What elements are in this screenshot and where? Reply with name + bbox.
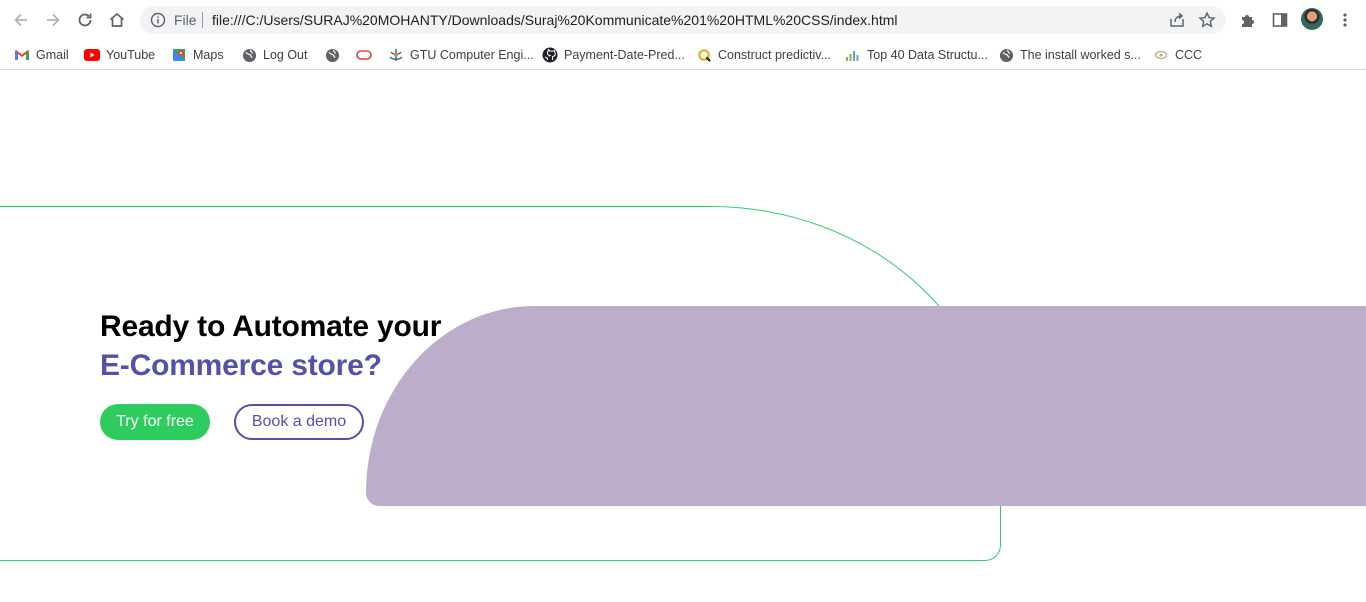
globe-icon xyxy=(241,47,257,63)
kebab-menu-icon xyxy=(1343,13,1347,27)
bookmark-gmail[interactable]: Gmail xyxy=(14,44,69,66)
url-text[interactable]: file:///C:/Users/SURAJ%20MOHANTY/Downloa… xyxy=(212,12,898,28)
page-content: Ready to Automate your E-Commerce store?… xyxy=(0,71,1366,602)
globe-icon xyxy=(998,47,1014,63)
reload-button[interactable] xyxy=(73,8,97,32)
star-icon[interactable] xyxy=(1198,11,1216,29)
bookmark-log-out[interactable]: Log Out xyxy=(241,44,307,66)
info-icon[interactable] xyxy=(150,12,166,28)
profile-avatar[interactable] xyxy=(1301,8,1323,30)
address-bar[interactable]: File file:///C:/Users/SURAJ%20MOHANTY/Do… xyxy=(140,6,1226,34)
bookmark-construct-predictive[interactable]: Construct predictiv... xyxy=(696,44,831,66)
bookmark-label: Top 40 Data Structu... xyxy=(867,48,988,62)
bookmark-payment-date[interactable]: Payment-Date-Pred... xyxy=(542,44,685,66)
github-icon xyxy=(542,47,558,63)
chart-icon xyxy=(845,47,861,63)
share-icon[interactable] xyxy=(1168,11,1186,29)
bookmark-globe[interactable] xyxy=(324,44,340,66)
hero-headline: Ready to Automate your E-Commerce store? xyxy=(100,307,441,385)
back-button[interactable] xyxy=(9,8,33,32)
bookmark-youtube[interactable]: YouTube xyxy=(84,44,155,66)
decorative-purple-shape xyxy=(366,306,1366,506)
reload-icon xyxy=(78,13,92,27)
url-scheme-label: File xyxy=(174,12,197,28)
arrow-right-icon xyxy=(47,13,60,27)
bookmark-maps[interactable]: Maps xyxy=(171,44,224,66)
globe-icon xyxy=(324,47,340,63)
menu-button[interactable] xyxy=(1334,9,1356,31)
bookmark-label: GTU Computer Engi... xyxy=(410,48,534,62)
bookmark-ccc[interactable]: CCC xyxy=(1153,44,1202,66)
extensions-button[interactable] xyxy=(1237,9,1259,31)
bookmark-label: Log Out xyxy=(263,48,308,62)
side-panel-icon xyxy=(1272,13,1288,27)
bookmark-label: YouTube xyxy=(106,48,156,62)
ccc-icon xyxy=(1153,47,1169,63)
bookmark-gtu[interactable]: GTU Computer Engi... xyxy=(388,44,534,66)
side-panel-button[interactable] xyxy=(1269,9,1291,31)
home-icon xyxy=(109,12,125,27)
arrow-left-icon xyxy=(14,13,27,27)
bookmarks-bar: Gmail YouTube Maps Log Out GTU Computer … xyxy=(0,40,1366,70)
headline-line-1: Ready to Automate your xyxy=(100,310,442,343)
bookmark-label: Maps xyxy=(193,48,224,62)
maps-icon xyxy=(171,47,187,63)
headline-line-2: E-Commerce store? xyxy=(100,349,382,382)
book-a-demo-button[interactable]: Book a demo xyxy=(234,404,364,440)
youtube-icon xyxy=(84,47,100,63)
forward-button[interactable] xyxy=(41,8,65,32)
puzzle-icon xyxy=(1242,15,1254,27)
bookmark-label: CCC xyxy=(1175,48,1203,62)
bookmark-label: Payment-Date-Pred... xyxy=(564,48,685,62)
bookmark-top-40-data[interactable]: Top 40 Data Structu... xyxy=(845,44,988,66)
bookmark-install-worked[interactable]: The install worked s... xyxy=(998,44,1141,66)
browser-toolbar: File file:///C:/Users/SURAJ%20MOHANTY/Do… xyxy=(0,0,1366,40)
gtu-icon xyxy=(388,47,404,63)
bookmark-label: Gmail xyxy=(36,48,69,62)
q-icon xyxy=(696,47,712,63)
oracle-icon xyxy=(356,47,372,63)
url-separator xyxy=(202,12,203,28)
gmail-icon xyxy=(14,47,30,63)
bookmark-label: The install worked s... xyxy=(1020,48,1141,62)
bookmark-oracle[interactable] xyxy=(356,44,372,66)
bookmark-label: Construct predictiv... xyxy=(718,48,832,62)
home-button[interactable] xyxy=(105,8,129,32)
try-for-free-button[interactable]: Try for free xyxy=(100,404,210,440)
